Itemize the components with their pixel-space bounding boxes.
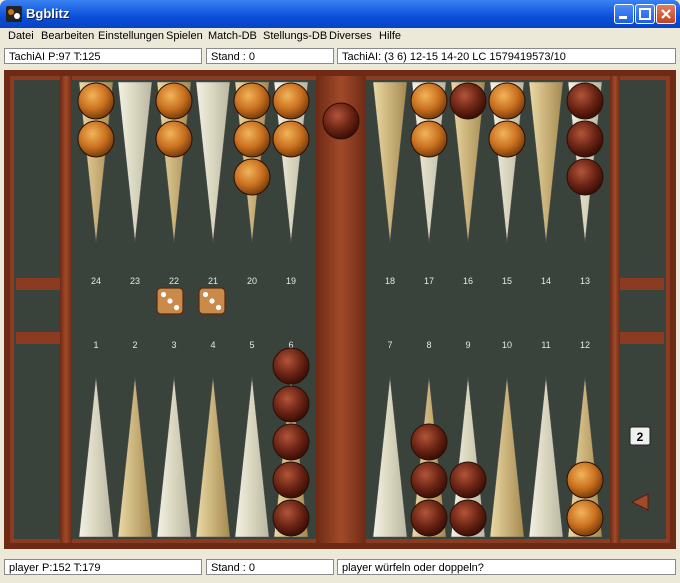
orange-checker[interactable] <box>488 120 526 158</box>
point-number-label: 12 <box>580 340 590 350</box>
dark-checker[interactable] <box>566 158 604 196</box>
dark-checker[interactable] <box>272 499 310 537</box>
orange-checker[interactable] <box>77 82 115 120</box>
menu-spielen[interactable]: Spielen <box>166 30 203 42</box>
app-icon <box>6 6 22 22</box>
game-message: player würfeln oder doppeln? <box>337 559 676 575</box>
orange-checker[interactable] <box>410 82 448 120</box>
title-bar: Bgblitz <box>0 0 680 28</box>
orange-checker[interactable] <box>566 461 604 499</box>
menu-einstellungen[interactable]: Einstellungen <box>98 30 164 42</box>
point-number-label: 8 <box>426 340 431 350</box>
orange-checker[interactable] <box>77 120 115 158</box>
point-number-label: 9 <box>465 340 470 350</box>
player-score: Stand : 0 <box>206 559 334 575</box>
point-number-label: 20 <box>247 276 257 286</box>
point-number-label: 11 <box>541 340 550 350</box>
orange-checker[interactable] <box>155 82 193 120</box>
die-pip <box>167 298 173 304</box>
orange-checker[interactable] <box>566 499 604 537</box>
dark-checker[interactable] <box>449 499 487 537</box>
dark-checker[interactable] <box>566 120 604 158</box>
left-rail <box>60 76 72 543</box>
left-tray <box>14 80 60 539</box>
menu-datei[interactable]: Datei <box>8 30 34 42</box>
point-number-label: 3 <box>171 340 176 350</box>
die-pip <box>215 304 222 311</box>
point-number-label: 4 <box>210 340 215 350</box>
orange-checker[interactable] <box>410 120 448 158</box>
die-pip <box>173 304 180 311</box>
minimize-button[interactable] <box>614 4 634 24</box>
opponent-status: TachiAI P:97 T:125 <box>4 48 202 64</box>
point-number-label: 7 <box>387 340 392 350</box>
close-button[interactable] <box>656 4 676 24</box>
bar[interactable] <box>316 76 366 543</box>
left-tray-divider-bottom <box>16 332 60 344</box>
dark-checker[interactable] <box>410 461 448 499</box>
menu-stellungs-db[interactable]: Stellungs-DB <box>263 30 327 42</box>
orange-checker[interactable] <box>233 82 271 120</box>
backgammon-board[interactable]: 24 23 22 21 20 19 18 17 16 15 14 131 2 3 4 5 6 7 8 9 10 11 122 <box>4 70 676 549</box>
orange-checker[interactable] <box>233 158 271 196</box>
point-number-label: 16 <box>463 276 473 286</box>
dark-checker[interactable] <box>410 423 448 461</box>
point-number-label: 24 <box>91 276 101 286</box>
dark-checker[interactable] <box>272 461 310 499</box>
point-number-label: 14 <box>541 276 551 286</box>
right-tray-divider-top <box>620 278 664 290</box>
point-number-label: 17 <box>424 276 434 286</box>
menu-match-db[interactable]: Match-DB <box>208 30 257 42</box>
dark-checker[interactable] <box>272 423 310 461</box>
dark-checker[interactable] <box>272 385 310 423</box>
dark-checker[interactable] <box>272 347 310 385</box>
dark-checker[interactable] <box>449 461 487 499</box>
orange-checker[interactable] <box>488 82 526 120</box>
application-window: Bgblitz Datei Bearbeiten Einstellungen S… <box>0 0 680 583</box>
dark-checker[interactable] <box>410 499 448 537</box>
die-pip <box>209 298 215 304</box>
orange-checker[interactable] <box>155 120 193 158</box>
menu-hilfe[interactable]: Hilfe <box>379 30 401 42</box>
menu-diverses[interactable]: Diverses <box>329 30 372 42</box>
player-status: player P:152 T:179 <box>4 559 202 575</box>
menu-bearbeiten[interactable]: Bearbeiten <box>41 30 94 42</box>
dark-checker[interactable] <box>566 82 604 120</box>
menu-bar: Datei Bearbeiten Einstellungen Spielen M… <box>0 28 680 46</box>
orange-checker[interactable] <box>272 82 310 120</box>
point-number-label: 18 <box>385 276 395 286</box>
orange-checker[interactable] <box>272 120 310 158</box>
right-tray <box>620 80 666 539</box>
point-number-label: 10 <box>502 340 512 350</box>
point-number-label: 22 <box>169 276 179 286</box>
point-number-label: 23 <box>130 276 140 286</box>
maximize-button[interactable] <box>635 4 655 24</box>
point-number-label: 13 <box>580 276 590 286</box>
last-move-status: TachiAI: (3 6) 12-15 14-20 LC 1579419573… <box>337 48 676 64</box>
right-tray-divider-bottom <box>620 332 664 344</box>
orange-checker[interactable] <box>233 120 271 158</box>
point-number-label: 21 <box>208 276 218 286</box>
point-number-label: 2 <box>132 340 137 350</box>
dark-checker[interactable] <box>322 102 360 140</box>
window-title: Bgblitz <box>26 6 70 21</box>
point-number-label: 15 <box>502 276 512 286</box>
die-pip <box>160 291 167 298</box>
opponent-score: Stand : 0 <box>206 48 334 64</box>
doubling-cube-value: 2 <box>637 430 644 444</box>
left-tray-divider-top <box>16 278 60 290</box>
die-pip <box>202 291 209 298</box>
point-number-label: 19 <box>286 276 296 286</box>
point-number-label: 5 <box>249 340 254 350</box>
dark-checker[interactable] <box>449 82 487 120</box>
point-number-label: 1 <box>93 340 98 350</box>
right-rail <box>610 76 620 543</box>
